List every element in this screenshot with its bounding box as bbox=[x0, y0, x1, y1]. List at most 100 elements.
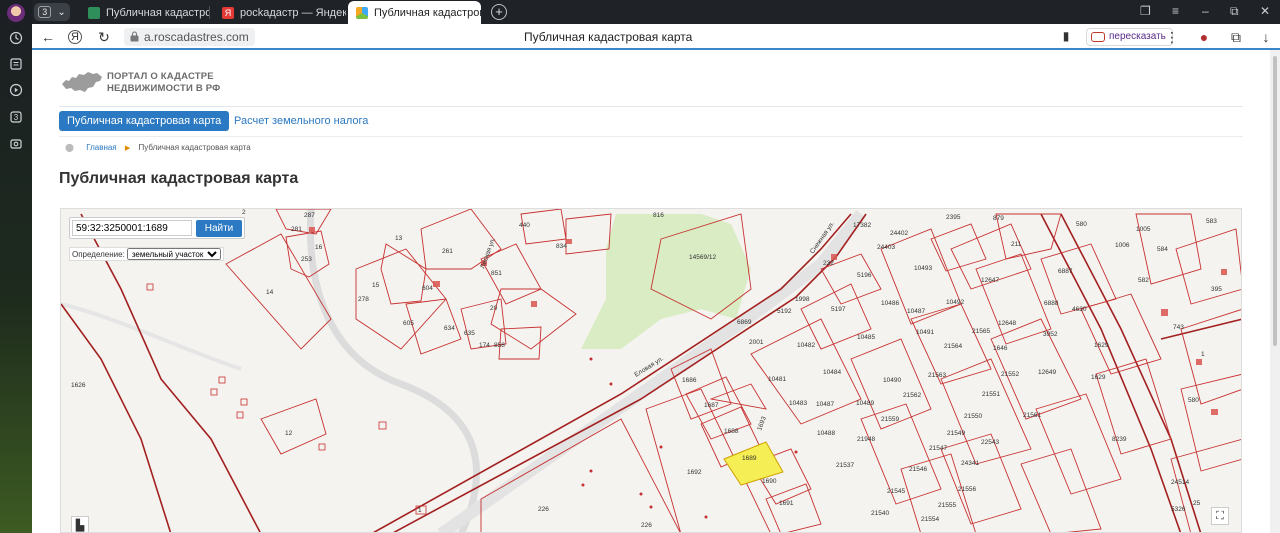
video-icon[interactable] bbox=[8, 82, 24, 98]
svg-text:582: 582 bbox=[1138, 277, 1149, 284]
minimize-icon[interactable]: – bbox=[1202, 4, 1209, 18]
svg-text:261: 261 bbox=[442, 248, 453, 255]
location-pin-icon: ⬤ bbox=[65, 143, 74, 152]
collections-icon[interactable] bbox=[8, 56, 24, 72]
parcel-outline bbox=[225, 233, 332, 350]
tab-cadastre-1[interactable]: Публичная кадастровая к bbox=[80, 1, 210, 24]
fullscreen-icon[interactable]: ⛶ bbox=[1211, 507, 1229, 525]
browser-sidebar: 3 bbox=[0, 0, 32, 533]
nav-cadastral-map-tab[interactable]: Публичная кадастровая карта bbox=[59, 111, 230, 131]
tab-groups-button[interactable]: 3 ⌄ bbox=[34, 3, 70, 21]
reload-icon[interactable]: ↻ bbox=[96, 29, 112, 46]
svg-text:635: 635 bbox=[464, 330, 475, 337]
svg-text:21555: 21555 bbox=[938, 502, 956, 509]
downloads-icon[interactable]: ↓ bbox=[1258, 29, 1274, 45]
definition-selector: Определение: земельный участок bbox=[69, 247, 224, 261]
svg-text:10487: 10487 bbox=[816, 401, 834, 408]
site-logo[interactable]: ПОРТАЛ О КАДАСТРЕ НЕДВИЖИМОСТИ В РФ bbox=[60, 68, 230, 98]
parcel-outline bbox=[1180, 374, 1241, 472]
cadastre-favicon-icon bbox=[356, 6, 368, 19]
svg-text:16: 16 bbox=[315, 244, 323, 251]
svg-text:15: 15 bbox=[372, 282, 380, 289]
sidebar-counter-label: 3 bbox=[13, 112, 19, 122]
lock-icon bbox=[130, 31, 139, 42]
url-field[interactable]: a.roscadastres.com bbox=[124, 28, 255, 46]
retell-button[interactable]: пересказать bbox=[1086, 28, 1173, 46]
back-icon[interactable]: ← bbox=[40, 29, 56, 45]
svg-text:24341: 24341 bbox=[961, 460, 979, 467]
svg-text:8239: 8239 bbox=[1112, 436, 1127, 443]
tab-collections-icon[interactable]: ❐ bbox=[1140, 4, 1151, 18]
more-options-icon[interactable]: ⋮ bbox=[1164, 29, 1180, 46]
logo-line-1: ПОРТАЛ О КАДАСТРЕ bbox=[107, 71, 214, 82]
tab-count: 3 bbox=[38, 6, 52, 18]
tab-label: росkадастр — Яндекс: на bbox=[240, 6, 346, 19]
chevron-down-icon: ⌄ bbox=[57, 6, 66, 18]
svg-text:1693: 1693 bbox=[756, 415, 768, 431]
svg-text:174: 174 bbox=[479, 342, 490, 349]
extension-icon[interactable]: ● bbox=[1196, 29, 1212, 45]
svg-text:834: 834 bbox=[556, 243, 567, 250]
svg-text:10483: 10483 bbox=[789, 400, 807, 407]
tab-cadastre-active[interactable]: Публичная кадастровая ✕ bbox=[348, 1, 481, 24]
history-icon[interactable] bbox=[8, 30, 24, 46]
svg-text:17382: 17382 bbox=[853, 222, 871, 229]
road bbox=[306, 209, 481, 532]
svg-text:10484: 10484 bbox=[823, 369, 841, 376]
layers-icon[interactable]: ▙ bbox=[71, 516, 89, 532]
svg-text:232: 232 bbox=[823, 260, 834, 267]
svg-text:584: 584 bbox=[1157, 246, 1168, 253]
reading-list-icon[interactable]: ⧉ bbox=[1228, 29, 1244, 46]
svg-text:1626: 1626 bbox=[71, 382, 86, 389]
tab-strip: 3 ⌄ Публичная кадастровая к Я росkадастр… bbox=[32, 0, 1280, 24]
parcel-outline bbox=[709, 383, 767, 410]
svg-text:1005: 1005 bbox=[1136, 226, 1151, 233]
small-object bbox=[318, 443, 326, 451]
tab-yandex-search[interactable]: Я росkадастр — Яндекс: на bbox=[214, 1, 346, 24]
scrollbar-thumb[interactable] bbox=[1273, 56, 1277, 346]
svg-text:14: 14 bbox=[266, 289, 274, 296]
svg-text:21537: 21537 bbox=[836, 462, 854, 469]
svg-text:21552: 21552 bbox=[1001, 371, 1019, 378]
find-button[interactable]: Найти bbox=[196, 220, 242, 237]
svg-text:3952: 3952 bbox=[1043, 331, 1058, 338]
page-title: Публичная кадастровая карта bbox=[59, 170, 299, 187]
svg-text:10491: 10491 bbox=[916, 329, 934, 336]
svg-text:1: 1 bbox=[418, 507, 422, 514]
screenshot-icon[interactable] bbox=[8, 136, 24, 152]
svg-text:21547: 21547 bbox=[929, 445, 947, 452]
parcel-outline bbox=[1020, 448, 1102, 532]
svg-text:226: 226 bbox=[538, 506, 549, 513]
svg-text:440: 440 bbox=[519, 222, 530, 229]
svg-text:21545: 21545 bbox=[887, 488, 905, 495]
svg-text:1692: 1692 bbox=[687, 469, 702, 476]
parcel-outline bbox=[498, 326, 542, 360]
svg-text:5326: 5326 bbox=[1171, 506, 1186, 513]
svg-text:605: 605 bbox=[403, 320, 414, 327]
svg-text:10486: 10486 bbox=[881, 300, 899, 307]
cadastral-map[interactable]: 287 281 253 14 261 440 834 816 851 278 15 605 60… bbox=[60, 208, 1242, 533]
definition-select[interactable]: земельный участок bbox=[126, 248, 221, 260]
counter-icon[interactable]: 3 bbox=[8, 109, 24, 125]
bookmark-icon[interactable]: ▮ bbox=[1058, 29, 1074, 43]
cadastral-number-input[interactable] bbox=[72, 220, 192, 236]
divider bbox=[59, 136, 1243, 137]
svg-text:5196: 5196 bbox=[857, 272, 872, 279]
restore-icon[interactable]: ⧉ bbox=[1230, 4, 1239, 19]
building-marker bbox=[531, 301, 537, 307]
breadcrumb-arrow-icon: ▶ bbox=[124, 145, 131, 152]
breadcrumb-home-link[interactable]: Главная bbox=[86, 143, 116, 152]
yandex-icon[interactable]: Я bbox=[68, 30, 82, 44]
url-text: a.roscadastres.com bbox=[144, 30, 249, 44]
map-canvas[interactable]: 287281 253 14 261 440 834 816 851 27815 605 60… bbox=[61, 209, 1242, 533]
new-tab-button[interactable]: + bbox=[491, 4, 507, 20]
nav-land-tax-tab[interactable]: Расчет земельного налога bbox=[234, 111, 368, 131]
small-object bbox=[210, 388, 218, 396]
svg-text:21546: 21546 bbox=[909, 466, 927, 473]
page-content: ПОРТАЛ О КАДАСТРЕ НЕДВИЖИМОСТИ В РФ Публ… bbox=[32, 50, 1270, 533]
page-scrollbar[interactable] bbox=[1270, 50, 1280, 533]
svg-text:1998: 1998 bbox=[795, 296, 810, 303]
close-window-icon[interactable]: ✕ bbox=[1260, 4, 1270, 18]
profile-avatar[interactable] bbox=[7, 4, 25, 22]
menu-icon[interactable]: ≡ bbox=[1172, 4, 1179, 18]
